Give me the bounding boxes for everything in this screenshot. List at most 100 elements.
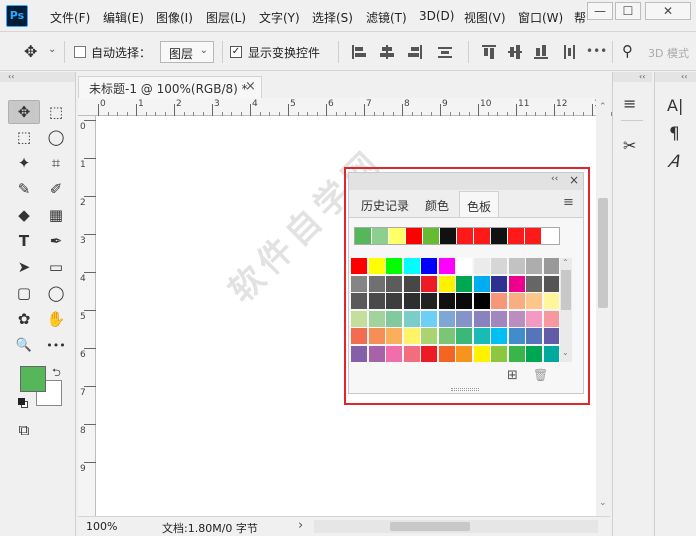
rectangle-tool[interactable]: ▭ [40, 255, 72, 279]
vertical-scrollbar[interactable]: ⌃ ⌄ [596, 98, 610, 516]
align-top-icon[interactable] [482, 45, 496, 59]
move-tool[interactable]: ✥ [8, 100, 40, 124]
search-icon[interactable]: ⚲ [622, 42, 633, 60]
horizontal-scrollbar[interactable] [314, 520, 598, 533]
tool-presets-icon[interactable]: ✂ [623, 136, 636, 155]
close-window-button[interactable]: ✕ [645, 2, 691, 20]
menu-help[interactable]: 帮 [574, 9, 586, 26]
ruler-tick [516, 104, 517, 116]
scroll-up-icon[interactable]: ⌃ [599, 102, 607, 112]
chevron-down-icon: ⌄ [199, 45, 208, 56]
menu-view[interactable]: 视图(V) [464, 9, 506, 26]
layer-dropdown[interactable]: 图层 ⌄ [160, 41, 214, 63]
chevron-down-icon[interactable]: ⌄ [48, 44, 56, 55]
ruler-label: 7 [80, 388, 86, 398]
move-options-icon[interactable]: ✥ [24, 42, 37, 61]
ruler-tick [84, 120, 96, 121]
properties-icon[interactable]: ≡ [623, 94, 636, 113]
ruler-tick [250, 104, 251, 116]
paragraph-icon[interactable]: ¶ [669, 124, 680, 144]
align-left-icon[interactable] [352, 45, 366, 59]
ruler-tick [84, 234, 96, 235]
artboard-tool[interactable]: ⬚ [40, 100, 72, 124]
align-hcenter-icon[interactable] [380, 45, 394, 59]
magic-wand-tool[interactable]: ✦ [8, 151, 40, 175]
close-tab-icon[interactable]: × [245, 79, 256, 94]
align-right-icon[interactable] [408, 45, 422, 59]
scroll-down-icon[interactable]: ⌄ [599, 498, 607, 508]
more-options-icon[interactable]: ••• [586, 44, 607, 58]
right-panel-dock-2: ‹‹ A| ¶ 𝐴 [654, 72, 696, 536]
ruler-tick [326, 104, 327, 116]
ruler-label: 1 [80, 160, 86, 170]
ruler-label: 9 [442, 99, 448, 109]
ruler-tick [554, 104, 555, 116]
default-colors-icon[interactable] [18, 398, 28, 408]
eyedropper-tool[interactable]: ✎ [8, 177, 40, 201]
auto-select-checkbox[interactable] [74, 46, 86, 58]
horizontal-scroll-thumb[interactable] [390, 522, 470, 531]
pen-tool[interactable]: ✒ [40, 229, 72, 253]
marquee-tool[interactable]: ⬚ [8, 125, 40, 149]
ruler-tick [84, 424, 96, 425]
minimize-button[interactable]: — [587, 2, 613, 20]
menu-window[interactable]: 窗口(W) [518, 9, 563, 26]
glyphs-icon[interactable]: 𝐴 [667, 152, 678, 172]
quick-mask-icon[interactable]: ⧉ [8, 418, 40, 442]
document-tab[interactable]: 未标题-1 @ 100%(RGB/8) * × [78, 76, 262, 98]
align-vcenter-icon[interactable] [508, 45, 522, 59]
brush-tool[interactable]: ✐ [40, 177, 72, 201]
type-tool[interactable]: T [8, 229, 40, 253]
collapse-icon[interactable]: ‹‹ [655, 72, 696, 82]
menu-select[interactable]: 选择(S) [312, 9, 353, 26]
more-tools[interactable]: ••• [40, 333, 72, 357]
ruler-label: 8 [404, 99, 410, 109]
ruler-label: 2 [176, 99, 182, 109]
menu-layer[interactable]: 图层(L) [206, 9, 246, 26]
zoom-level[interactable]: 100% [86, 520, 117, 533]
status-menu-arrow[interactable]: › [298, 518, 303, 533]
vertical-scroll-thumb[interactable] [598, 198, 608, 308]
menu-type[interactable]: 文字(Y) [259, 9, 300, 26]
gradient-tool[interactable]: ▦ [40, 203, 72, 227]
ruler-label: 5 [290, 99, 296, 109]
ruler-tick [84, 462, 96, 463]
menu-bar: Ps 文件(F) 编辑(E) 图像(I) 图层(L) 文字(Y) 选择(S) 滤… [0, 0, 696, 32]
ruler-tick [478, 104, 479, 116]
ruler-label: 6 [80, 350, 86, 360]
crop-tool[interactable]: ⌗ [40, 151, 72, 175]
character-icon[interactable]: A| [667, 96, 683, 115]
auto-select-label: 自动选择： [91, 46, 152, 60]
custom-shape-tool[interactable]: ✿ [8, 307, 40, 331]
align-bottom-icon[interactable] [534, 45, 548, 59]
path-select-tool[interactable]: ➤ [8, 255, 40, 279]
distribute-vertical-icon[interactable] [562, 45, 576, 59]
menu-filter[interactable]: 滤镜(T) [366, 9, 407, 26]
ruler-tick [84, 196, 96, 197]
ellipse-tool[interactable]: ◯ [40, 281, 72, 305]
distribute-icon[interactable] [438, 45, 452, 59]
hand-tool[interactable]: ✋ [40, 307, 72, 331]
collapse-icon[interactable]: ‹‹ [613, 72, 652, 82]
options-bar: ✥ ⌄ 自动选择： 图层 ⌄ ✓ 显示变换控件 ••• ⚲ 3D 模式 [0, 33, 696, 71]
menu-image[interactable]: 图像(I) [156, 9, 193, 26]
collapse-icon[interactable]: ‹‹ [0, 72, 75, 82]
show-transform-checkbox[interactable]: ✓ [230, 46, 242, 58]
ruler-label: 3 [214, 99, 220, 109]
eraser-tool[interactable]: ◆ [8, 203, 40, 227]
menu-edit[interactable]: 编辑(E) [103, 9, 144, 26]
ruler-tick [84, 272, 96, 273]
lasso-tool[interactable]: ◯ [40, 125, 72, 149]
ruler-tick [136, 104, 137, 116]
maximize-button[interactable]: ☐ [615, 2, 641, 20]
ruler-label: 1 [138, 99, 144, 109]
ruler-label: 4 [252, 99, 258, 109]
rounded-rect-tool[interactable]: ▢ [8, 281, 40, 305]
ruler-tick [174, 104, 175, 116]
menu-file[interactable]: 文件(F) [50, 9, 90, 26]
ruler-label: 8 [80, 426, 86, 436]
3d-mode-label[interactable]: 3D 模式 [648, 45, 689, 61]
foreground-color-swatch[interactable] [20, 366, 46, 392]
menu-3d[interactable]: 3D(D) [419, 9, 454, 23]
zoom-tool[interactable]: 🔍 [8, 333, 40, 357]
